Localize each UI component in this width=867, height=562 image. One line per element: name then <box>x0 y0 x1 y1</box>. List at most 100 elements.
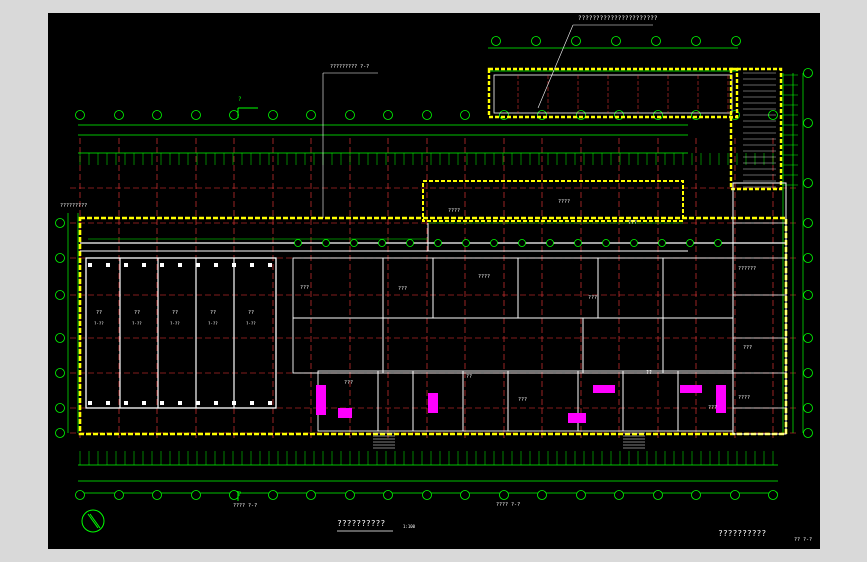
column-mark <box>124 401 128 405</box>
room-wall <box>622 370 679 432</box>
column-mark <box>268 401 272 405</box>
axis-bubble-icon <box>614 490 624 500</box>
axis-bubble-icon <box>306 490 316 500</box>
column-mark <box>88 401 92 405</box>
axis-bubble-icon <box>345 490 355 500</box>
column-bubble-icon <box>350 239 358 247</box>
axis-bubble-icon <box>537 490 547 500</box>
bay-sublabel: ?-?? <box>132 321 142 326</box>
room-label: ??? <box>743 345 753 351</box>
room-label: ??? <box>708 405 718 411</box>
axis-bubble-icon <box>611 36 621 46</box>
room-label: ??? <box>518 397 528 403</box>
axis-bubble-icon <box>491 36 501 46</box>
bay-sublabel: ?-?? <box>246 321 256 326</box>
bay-label: ?? <box>96 310 103 316</box>
column-mark <box>214 401 218 405</box>
column-bubble-icon <box>546 239 554 247</box>
room-label: ???? <box>448 208 461 214</box>
axis-bubble-icon <box>531 36 541 46</box>
axis-bubble-icon <box>152 490 162 500</box>
room-wall <box>382 257 434 319</box>
room-label: ??? <box>628 220 638 226</box>
room-label: ???? <box>558 199 571 205</box>
axis-bubble-icon <box>345 110 355 120</box>
column-mark <box>106 401 110 405</box>
column-mark <box>160 263 164 267</box>
axis-bubble-icon <box>383 490 393 500</box>
column-bubble-icon <box>406 239 414 247</box>
annotation-top: ?????????????????????? <box>578 15 658 22</box>
axis-bubble-icon <box>191 110 201 120</box>
room-label: ??? <box>300 285 310 291</box>
bay-label: ?? <box>210 310 217 316</box>
stair-highlight <box>338 408 352 418</box>
drawing-title: ?????????? <box>337 519 386 528</box>
bay-sublabel: ?-?? <box>208 321 218 326</box>
axis-bubble-icon <box>803 333 813 343</box>
upper-block-wall <box>422 180 684 222</box>
column-bubble-icon <box>434 239 442 247</box>
column-bubble-icon <box>378 239 386 247</box>
axis-bubble-icon <box>55 333 65 343</box>
stair-highlight <box>716 385 726 413</box>
axis-bubble-icon <box>803 118 813 128</box>
axis-bubble-icon <box>731 36 741 46</box>
section-label-bottom2: ???? ?-? <box>496 502 521 508</box>
axis-bubble-icon <box>803 218 813 228</box>
column-bubble-icon <box>462 239 470 247</box>
column-bubble-icon <box>686 239 694 247</box>
axis-bubble-icon <box>730 490 740 500</box>
axis-bubble-icon <box>691 36 701 46</box>
sheet-number: ?? ?-? <box>794 537 813 543</box>
column-mark <box>250 263 254 267</box>
axis-bubble-icon <box>803 428 813 438</box>
bay-sublabel: ?-?? <box>94 321 104 326</box>
column-bubble-icon <box>322 239 330 247</box>
axis-bubble-icon <box>55 218 65 228</box>
column-bubble-icon <box>518 239 526 247</box>
axis-bubble-icon <box>55 428 65 438</box>
column-mark <box>142 263 146 267</box>
bay-label: ?? <box>248 310 255 316</box>
column-mark <box>142 401 146 405</box>
section-marker-bottom: ? <box>238 491 242 498</box>
room-wall <box>382 317 584 374</box>
axis-bubble-icon <box>383 110 393 120</box>
axis-bubble-icon <box>768 490 778 500</box>
axis-bubble-icon <box>55 403 65 413</box>
floor-plan-svg <box>55 24 813 532</box>
axis-bubble-icon <box>114 490 124 500</box>
column-mark <box>124 263 128 267</box>
room-wall <box>377 370 414 432</box>
room-wall <box>292 317 384 374</box>
axis-bubble-icon <box>460 110 470 120</box>
axis-bubble-icon <box>191 490 201 500</box>
bay-label: ?? <box>134 310 141 316</box>
axis-bubble-icon <box>114 110 124 120</box>
axis-bubble-icon <box>306 110 316 120</box>
cad-drawing-canvas: ?????????????????????? ????????? ?-? ? ?… <box>48 13 820 549</box>
axis-bubble-icon <box>75 490 85 500</box>
column-mark <box>160 401 164 405</box>
axis-bubble-icon <box>803 368 813 378</box>
axis-bubble-icon <box>75 110 85 120</box>
room-wall <box>662 257 734 319</box>
axis-bubble-icon <box>55 290 65 300</box>
column-mark <box>250 401 254 405</box>
wing-inner-wall <box>493 74 733 114</box>
column-mark <box>232 401 236 405</box>
axis-bubble-icon <box>460 490 470 500</box>
room-wall <box>432 257 519 319</box>
room-wall <box>597 257 664 319</box>
axis-bubble-icon <box>803 68 813 78</box>
stair-highlight <box>680 385 702 393</box>
bay-sublabel: ?-?? <box>170 321 180 326</box>
bay-label: ?? <box>172 310 179 316</box>
room-wall <box>582 317 664 374</box>
axis-bubble-icon <box>422 110 432 120</box>
axis-bubble-icon <box>499 490 509 500</box>
column-bubble-icon <box>714 239 722 247</box>
leader-line <box>537 24 574 109</box>
axis-bubble-icon <box>651 36 661 46</box>
